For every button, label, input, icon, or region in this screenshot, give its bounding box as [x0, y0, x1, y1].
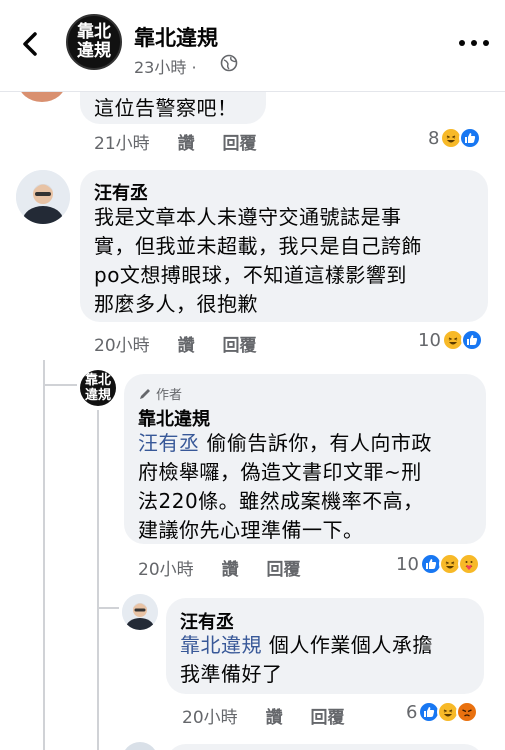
post-time: 23小時 · [134, 58, 197, 77]
more-options-icon[interactable] [456, 33, 492, 53]
like-button[interactable]: 讚 [266, 708, 283, 728]
comment-actions: 20小時 讚 回覆 [94, 331, 278, 356]
reply-bubble: 作者 靠北違規 汪有丞 偷偷告訴你，有人向市政 府檢舉囉，偽造文書印文罪~刑 法… [124, 374, 486, 544]
comment-text-segment: 個人作業個人承擔 [262, 633, 433, 657]
comment-text-line: 建議你先心理準備一下。 [138, 518, 364, 542]
angry-reaction-icon [456, 701, 479, 723]
reaction-count: 6 [406, 701, 418, 723]
commenter-name[interactable]: 靠北違規 [138, 405, 210, 431]
comment-bubble: 汪有丞 我是文章本人未遵守交通號誌是事 實，但我並未超載，我只是自己誇飾 po文… [80, 170, 488, 322]
reaction-summary[interactable]: 8 [428, 127, 482, 149]
pencil-icon [140, 388, 150, 399]
comment-text-line: 汪有丞 偷偷告訴你，有人向市政 [138, 429, 482, 458]
reaction-summary[interactable]: 6 [406, 701, 479, 723]
comment-text: 我是文章本人未遵守交通號誌是事 實，但我並未超載，我只是自己誇飾 po文想搏眼球… [94, 203, 422, 319]
reply-bubble: 汪有丞 靠北違規 個人作業個人承擔 我準備好了 [166, 598, 484, 694]
page-name[interactable]: 靠北違規 [134, 22, 218, 52]
reply-button[interactable]: 回覆 [266, 560, 300, 580]
reply-button[interactable]: 回覆 [310, 708, 344, 728]
comment-text-line: 我準備好了 [180, 662, 283, 686]
commenter-avatar[interactable] [122, 594, 158, 630]
author-badge-label: 作者 [156, 388, 183, 403]
comment-text-line: 靠北違規 個人作業個人承擔 [180, 631, 433, 660]
reaction-count: 8 [428, 127, 440, 149]
avatar-text-line2: 違規 [84, 388, 111, 403]
avatar-text-line1: 靠北 [77, 22, 111, 42]
care-reaction-icon [457, 553, 480, 575]
reply-bubble [166, 744, 484, 750]
page-avatar[interactable]: 靠北 違規 [66, 14, 122, 70]
thread-connector [43, 360, 45, 750]
thread-connector [97, 607, 119, 609]
reaction-count: 10 [396, 553, 419, 575]
comment-text-line: 府檢舉囉，偽造文書印文罪~刑 [138, 460, 422, 484]
like-button[interactable]: 讚 [178, 134, 195, 154]
reaction-summary[interactable]: 10 [396, 553, 480, 575]
reaction-summary[interactable]: 10 [418, 329, 483, 351]
comment-text: 靠北違規 個人作業個人承擔 我準備好了 [180, 631, 433, 689]
comment-actions: 20小時 讚 回覆 [138, 555, 322, 580]
comment-text-line: 法220條。雖然成案機率不高， [138, 489, 424, 513]
comment-time[interactable]: 20小時 [94, 336, 150, 356]
comment-time[interactable]: 21小時 [94, 134, 150, 154]
author-badge: 作者 [138, 384, 182, 403]
comment-time[interactable]: 20小時 [138, 560, 194, 580]
reply-button[interactable]: 回覆 [222, 134, 256, 154]
comment-text-line: po文想搏眼球，不知道這樣影響到 [94, 263, 407, 287]
comment-text-line: 實，但我並未超載，我只是自己誇飾 [94, 234, 422, 258]
post-time-text: 23小時 [134, 58, 187, 77]
thread-connector [97, 410, 99, 750]
comment-text-line: 那麼多人，很抱歉 [94, 292, 258, 316]
comment-actions: 21小時 讚 回覆 [94, 129, 278, 154]
back-arrow-icon[interactable] [14, 28, 46, 60]
commenter-avatar[interactable] [122, 742, 158, 750]
post-header: 靠北 違規 靠北違規 23小時 · [0, 0, 505, 92]
comment-actions: 20小時 讚 回覆 [182, 703, 366, 728]
commenter-name[interactable]: 汪有丞 [94, 179, 148, 205]
mention-link[interactable]: 汪有丞 [138, 431, 200, 455]
like-button[interactable]: 讚 [222, 560, 239, 580]
avatar-text-line1: 靠北 [84, 373, 111, 388]
like-reaction-icon [460, 329, 483, 351]
mention-link[interactable]: 靠北違規 [180, 633, 262, 657]
globe-icon [220, 54, 238, 72]
like-reaction-icon [459, 127, 482, 149]
comment-text-segment: 偷偷告訴你，有人向市政 [199, 431, 432, 455]
comment-time[interactable]: 20小時 [182, 708, 238, 728]
commenter-avatar[interactable] [16, 170, 70, 224]
comment-text: 汪有丞 偷偷告訴你，有人向市政 府檢舉囉，偽造文書印文罪~刑 法220條。雖然成… [138, 429, 482, 545]
page-avatar-small[interactable]: 靠北 違規 [80, 370, 116, 406]
reply-button[interactable]: 回覆 [222, 336, 256, 356]
comment-text: 這位告警察吧！ [94, 96, 238, 120]
like-button[interactable]: 讚 [178, 336, 195, 356]
thread-connector [43, 384, 77, 386]
avatar-text-line2: 違規 [77, 41, 111, 61]
comment-text-line: 我是文章本人未遵守交通號誌是事 [94, 205, 402, 229]
reaction-count: 10 [418, 329, 441, 351]
